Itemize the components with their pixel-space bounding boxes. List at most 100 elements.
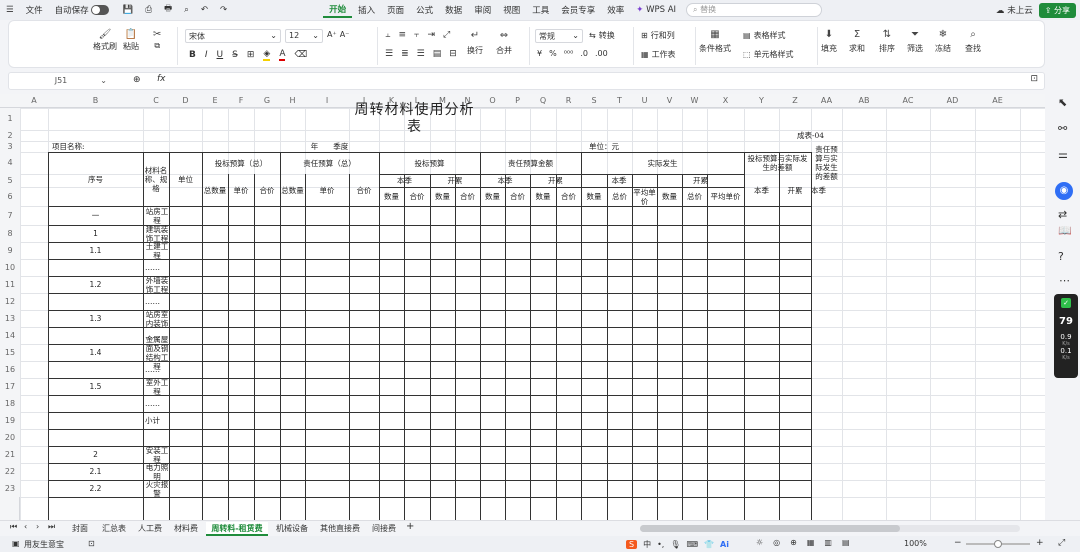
header-sub-qty-4[interactable]: 数量 [480, 187, 505, 206]
currency-icon[interactable]: ¥ [537, 49, 542, 58]
header-sub-hj-5[interactable]: 合价 [505, 187, 530, 206]
header-diff-bid-cum[interactable]: 开累 [779, 174, 811, 206]
tab-formula[interactable]: 公式 [410, 4, 439, 16]
align-top-icon[interactable]: ⫠ [385, 30, 390, 40]
sum-button[interactable]: Σ 求和 [849, 29, 865, 54]
form-number[interactable]: 成表-04 [775, 130, 846, 141]
project-name-label[interactable]: 项目名称: [50, 141, 169, 152]
assistant-icon[interactable]: ◉ [1055, 182, 1073, 200]
page-break-icon[interactable]: ▥ [824, 538, 832, 547]
header-sub-qty-0[interactable]: 数量 [379, 187, 404, 206]
row-name-7[interactable]: 站房工程 [143, 206, 169, 225]
rows-cols-button[interactable]: ⊞ 行和列 [641, 30, 675, 41]
indent-icon[interactable]: ⇥ [427, 30, 435, 40]
preview-icon[interactable]: ⌕ [178, 5, 195, 15]
header-unit-price-2[interactable]: 单价 [305, 174, 349, 206]
row-name-11[interactable]: 外墙装饰工程 [143, 276, 169, 294]
fill-button[interactable]: ⬇ 填充 [821, 29, 837, 54]
row-seq-15[interactable]: 1.4 [48, 344, 143, 361]
header-cum-3[interactable]: 开累 [530, 174, 581, 187]
cell-style-button[interactable]: ⬚ 单元格样式 [743, 49, 794, 60]
ime-toolbar[interactable]: S 中 •, 🎙 ⌨ 👕 Ai [626, 537, 738, 551]
zoom-formula-icon[interactable]: ⊕ [133, 75, 141, 85]
horizontal-scrollbar[interactable] [640, 525, 1020, 532]
convert-button[interactable]: ⇆ 转换 [589, 30, 615, 41]
decimal-decrease-icon[interactable]: .00 [595, 49, 608, 58]
row-name-21[interactable]: 安装工程 [143, 446, 169, 464]
row-seq-14[interactable] [48, 327, 143, 344]
add-sheet-icon[interactable]: + [406, 521, 414, 532]
header-sub-qty-2[interactable]: 数量 [430, 187, 455, 206]
autosave-toggle[interactable] [90, 5, 109, 15]
cut-button[interactable]: ✂ ⧉ [153, 29, 161, 51]
row-name-15[interactable]: 金属屋面及钢结构工程 [143, 335, 169, 371]
find-button[interactable]: ⌕ 查找 [965, 29, 981, 54]
header-diff-resp[interactable]: 责任预算与实际发生的差额 [811, 145, 842, 181]
sheet-tab-2[interactable]: 人工费 [134, 522, 166, 536]
tab-insert[interactable]: 插入 [352, 4, 381, 16]
header-resp-budget-amount[interactable]: 责任预算金额 [480, 152, 581, 174]
align-bottom-icon[interactable]: ⫟ [414, 30, 419, 40]
tab-efficiency[interactable]: 效率 [601, 4, 630, 16]
row-seq-13[interactable]: 1.3 [48, 310, 143, 327]
sheet-tab-5[interactable]: 机械设备 [272, 522, 312, 536]
format-painter-button[interactable]: 🖌 格式刷 [93, 29, 117, 52]
table-style-button[interactable]: ▤ 表格样式 [743, 30, 786, 41]
save-icon[interactable]: 💾 [117, 5, 140, 15]
freeze-button[interactable]: ❄ 冻结 [935, 29, 951, 54]
row-name-17[interactable]: 室外工程 [143, 378, 169, 396]
row-seq-21[interactable]: 2 [48, 446, 143, 463]
focus-icon[interactable]: ⊕ [790, 538, 797, 547]
row-name-20[interactable] [143, 429, 169, 446]
normal-view-icon[interactable]: ▦ [807, 538, 815, 547]
row-seq-23[interactable]: 2.2 [48, 480, 143, 497]
decrease-font-icon[interactable]: A⁻ [340, 30, 350, 39]
next-sheet-icon[interactable]: › [36, 522, 39, 531]
fullscreen-icon[interactable]: ⤢ [1058, 538, 1065, 548]
header-sub-hj-7[interactable]: 合价 [556, 187, 581, 206]
tab-tools[interactable]: 工具 [526, 4, 555, 16]
wps-ai-button[interactable]: ✦ WPS AI [630, 5, 682, 15]
italic-button[interactable]: I [205, 50, 208, 60]
header-cum-1[interactable]: 开累 [430, 174, 480, 187]
undo-icon[interactable]: ↶ [195, 5, 214, 15]
sheet-tab-6[interactable]: 其他直接费 [316, 522, 364, 536]
header-bid-budget[interactable]: 投标预算 [379, 152, 480, 174]
prev-sheet-icon[interactable]: ‹ [24, 522, 27, 531]
header-actual[interactable]: 实际发生 [581, 152, 744, 174]
row-seq-11[interactable]: 1.2 [48, 276, 143, 293]
first-sheet-icon[interactable]: ⏮ [10, 522, 17, 532]
header-bid-budget-total[interactable]: 投标预算（总） [202, 152, 280, 174]
row-name-16[interactable]: …… [143, 361, 169, 378]
search-box[interactable]: ⌕ 替换 [686, 3, 823, 17]
menu-file[interactable]: 文件 [20, 4, 49, 16]
style-icon[interactable]: ⚯ [1058, 122, 1067, 135]
row-seq-19[interactable] [48, 412, 143, 429]
more-icon[interactable]: ⋯ [1059, 274, 1070, 287]
row-seq-22[interactable]: 2.1 [48, 463, 143, 480]
sliders-icon[interactable]: ⚌ [1058, 148, 1068, 161]
orientation-icon[interactable]: ⤢ [443, 30, 450, 40]
row-seq-7[interactable]: 一 [48, 206, 143, 225]
strikethrough-icon[interactable]: S̶ [232, 50, 238, 60]
row-name-10[interactable]: …… [143, 259, 169, 276]
header-cum-5[interactable]: 开累 [657, 174, 744, 187]
thousands-icon[interactable]: ⁰⁰⁰ [564, 49, 574, 58]
row-seq-18[interactable] [48, 395, 143, 412]
header-sub-zj-9[interactable]: 总价 [607, 187, 632, 206]
header-season-0[interactable]: 本季 [379, 174, 430, 187]
header-unit[interactable]: 单位 [169, 152, 202, 206]
align-left-icon[interactable]: ☰ [385, 49, 393, 59]
print-icon[interactable]: 🖶 [158, 3, 178, 17]
header-diff-resp-season[interactable]: 本季 [811, 174, 826, 206]
share-button[interactable]: ⇪ 分享 [1038, 2, 1076, 18]
tab-member[interactable]: 会员专享 [555, 4, 601, 16]
sheet-tab-4[interactable]: 周转料-租赁费 [206, 522, 268, 536]
decimal-increase-icon[interactable]: .0 [580, 49, 588, 58]
page-layout-icon[interactable]: ▤ [842, 538, 850, 547]
header-total-qty-2[interactable]: 总数量 [280, 174, 305, 206]
row-seq-10[interactable] [48, 259, 143, 276]
app-name[interactable]: 用友生意宝 [24, 539, 64, 550]
row-name-9[interactable]: 土建工程 [143, 242, 169, 260]
book-icon[interactable]: 📖 [1058, 224, 1072, 237]
